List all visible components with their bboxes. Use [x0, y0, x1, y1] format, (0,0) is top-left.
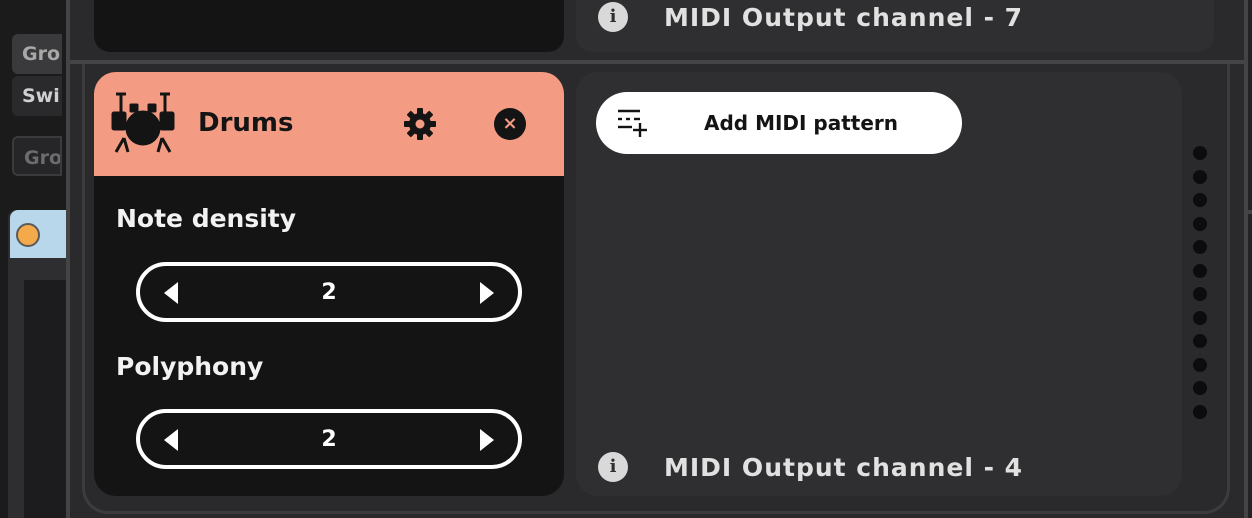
- info-icon[interactable]: i: [598, 2, 628, 32]
- close-icon[interactable]: ×: [494, 108, 526, 140]
- note-density-value: 2: [321, 280, 337, 305]
- drag-dot: [1193, 146, 1207, 160]
- drag-dot: [1193, 216, 1207, 231]
- add-list-icon: [618, 109, 647, 137]
- pattern-area[interactable]: Add MIDI pattern i MIDI Output channel -…: [576, 72, 1182, 496]
- output-channel-label: MIDI Output channel - 7: [664, 2, 1024, 32]
- drag-dot: [1193, 357, 1207, 372]
- add-midi-pattern-label: Add MIDI pattern: [704, 111, 899, 135]
- previous-pattern-area: i MIDI Output channel - 7: [576, 0, 1214, 52]
- track-header[interactable]: Drums ×: [94, 72, 564, 176]
- increment-arrow-icon[interactable]: [480, 429, 494, 451]
- frame-edge: [1244, 210, 1252, 214]
- drag-dot: [1193, 334, 1207, 348]
- add-midi-pattern-button[interactable]: Add MIDI pattern: [596, 92, 962, 154]
- note-density-label: Note density: [116, 204, 297, 233]
- track-name: Drums: [198, 108, 294, 138]
- drag-dot: [1193, 404, 1207, 419]
- polyphony-label: Polyphony: [116, 352, 264, 381]
- drag-dot: [1193, 193, 1207, 207]
- polyphony-stepper: 2: [136, 409, 522, 469]
- side-color-knob[interactable]: [16, 223, 40, 247]
- output-channel-row: i MIDI Output channel - 4: [598, 452, 1023, 482]
- drum-kit-icon: [111, 92, 175, 153]
- drag-dot: [1193, 263, 1207, 278]
- row-drag-handle[interactable]: [1192, 146, 1210, 422]
- output-channel-label: MIDI Output channel - 4: [664, 452, 1024, 482]
- drag-dot: [1193, 381, 1207, 395]
- side-chip-swing[interactable]: Swi: [12, 76, 62, 116]
- increment-arrow-icon[interactable]: [480, 282, 494, 304]
- previous-track-card: [94, 0, 564, 52]
- drag-dot: [1193, 287, 1207, 301]
- drag-dot: [1193, 240, 1207, 254]
- previous-output-channel: i MIDI Output channel - 7: [598, 2, 1023, 32]
- side-track-body: [24, 280, 68, 518]
- info-icon[interactable]: i: [598, 452, 628, 482]
- side-chip-group[interactable]: Gro: [12, 34, 62, 74]
- left-panel: Gro Swi Gro: [0, 0, 72, 518]
- gear-icon[interactable]: [402, 106, 438, 142]
- polyphony-value: 2: [321, 427, 337, 452]
- drag-dot: [1193, 310, 1207, 325]
- drag-dot: [1193, 169, 1207, 184]
- note-density-stepper: 2: [136, 262, 522, 322]
- side-chip-group-outline[interactable]: Gro: [12, 136, 62, 176]
- track-card: Drums × Note density 2 Polyphony 2: [94, 72, 564, 496]
